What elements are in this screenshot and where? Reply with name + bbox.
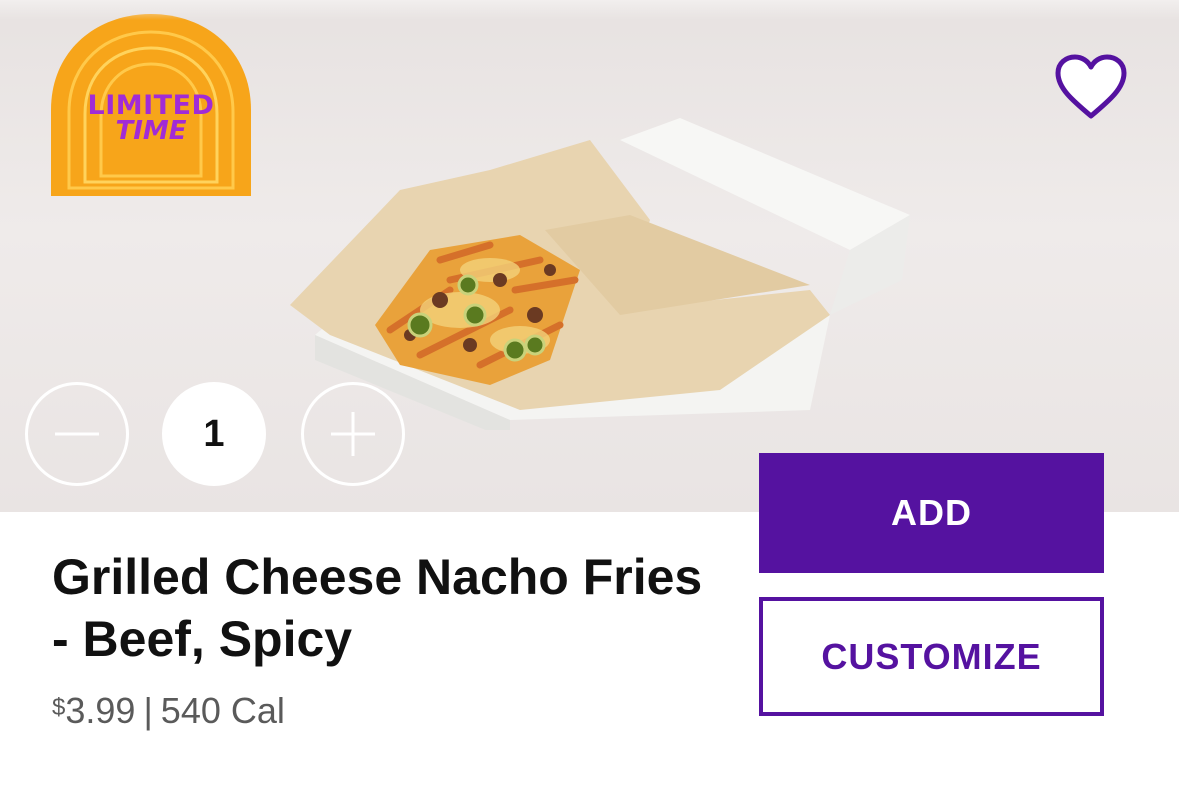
badge-label-time: TIME [115,116,187,146]
currency-symbol: $ [52,694,66,721]
favorite-button[interactable] [1052,52,1130,122]
add-to-order-button[interactable]: ADD [759,453,1104,573]
decrease-quantity-button[interactable] [25,382,129,486]
heart-outline-icon [1055,54,1127,119]
meta-separator: | [143,690,153,731]
quantity-value: 1 [162,382,266,486]
product-title: Grilled Cheese Nacho Fries - Beef, Spicy [52,549,703,667]
product-calories: 540 Cal [160,690,285,731]
plus-icon [331,412,375,456]
product-meta: $3.99 | 540 Cal [52,690,285,732]
limited-time-badge: LIMITED TIME [47,10,255,198]
customize-button[interactable]: CUSTOMIZE [759,597,1104,716]
minus-icon [55,432,99,436]
product-price: 3.99 [65,690,136,731]
increase-quantity-button[interactable] [301,382,405,486]
food-illustration [290,118,910,430]
product-hero-image: LIMITED TIME 1 [0,0,1179,512]
